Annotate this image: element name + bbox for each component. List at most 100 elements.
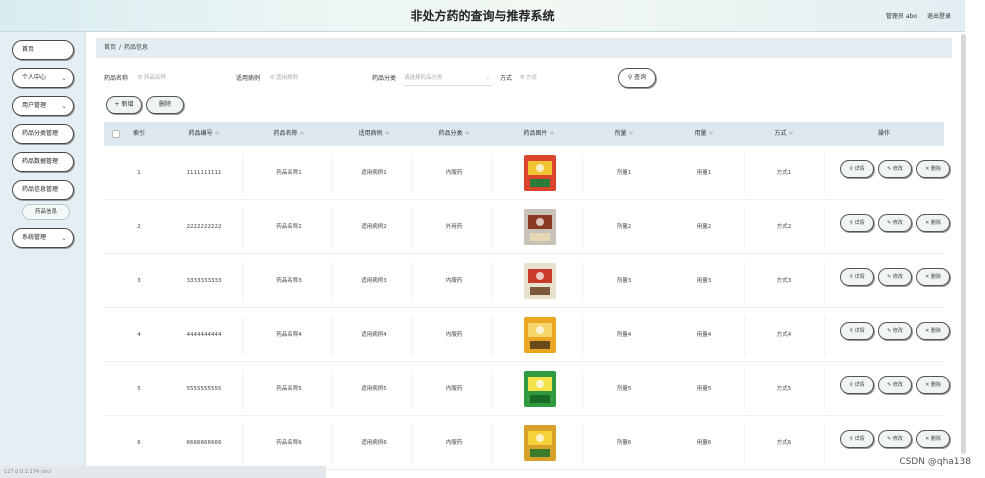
edit-button[interactable]: ✎ 修改 bbox=[878, 214, 912, 232]
cell-name: 药品名称6 bbox=[276, 440, 302, 446]
delete-button[interactable]: ✕ 删除 bbox=[916, 268, 950, 286]
sidebar-item-home[interactable]: 首页 bbox=[12, 40, 74, 60]
sidebar-subitem-drug-info[interactable]: 药品信息 bbox=[22, 204, 70, 220]
table-row: 4 4444444444 药品名称4 适用病例4 内服药 剂量4 用量4 方式4 ⚲ 详情 ✎ 修… bbox=[104, 308, 950, 362]
sidebar-item-label: 系统管理 bbox=[22, 234, 47, 241]
sidebar: 首页 个人中心 ⌄ 用户管理 ⌄ 药品分类管理 药品数据管理 药品信息管理 药品… bbox=[0, 32, 86, 466]
detail-button[interactable]: ⚲ 详情 bbox=[840, 214, 874, 232]
delete-button[interactable]: ✕ 删除 bbox=[916, 430, 950, 448]
cell-divider bbox=[582, 424, 583, 464]
detail-button[interactable]: ⚲ 详情 bbox=[840, 376, 874, 394]
cell-divider bbox=[824, 262, 825, 302]
column-header[interactable]: 适用病例 ≑ bbox=[334, 122, 414, 146]
drug-thumbnail bbox=[520, 423, 560, 463]
name-search-input[interactable]: ⚲ 药品名称 bbox=[134, 70, 224, 86]
status-bar: 127.0.0.1:174 /src/ bbox=[0, 466, 326, 478]
cell-divider bbox=[582, 208, 583, 248]
method-search-input[interactable]: ⚲ 方式 bbox=[516, 70, 606, 86]
watermark: CSDN @qha138 bbox=[899, 457, 971, 467]
column-header[interactable]: 药品编号 ≑ bbox=[164, 122, 244, 146]
delete-button[interactable]: ✕ 删除 bbox=[916, 160, 950, 178]
drug-thumbnail bbox=[520, 315, 560, 355]
column-header[interactable]: 索引 bbox=[124, 122, 154, 146]
edit-button[interactable]: ✎ 修改 bbox=[878, 268, 912, 286]
delete-button[interactable]: ✕ 删除 bbox=[916, 322, 950, 340]
cell-indication: 适用病例3 bbox=[361, 278, 387, 284]
name-search-label: 药品名称 bbox=[104, 75, 129, 82]
current-user: 管理员 abo bbox=[885, 13, 917, 20]
edit-button[interactable]: ✎ 修改 bbox=[878, 322, 912, 340]
column-header[interactable]: 方式 ≑ bbox=[744, 122, 824, 146]
column-header[interactable]: 剂量 ≑ bbox=[584, 122, 664, 146]
cell-category: 内服药 bbox=[445, 278, 463, 284]
table-row: 1 1111111111 药品名称1 适用病例1 内服药 剂量1 用量1 方式1 ⚲ 详情 ✎ 修… bbox=[104, 146, 950, 200]
indication-search-input[interactable]: ⚲ 适用病例 bbox=[266, 70, 356, 86]
cell-code: 3333333333 bbox=[186, 278, 222, 284]
sidebar-item-personal-center[interactable]: 个人中心 ⌄ bbox=[12, 68, 74, 88]
add-button[interactable]: + 新增 bbox=[106, 96, 142, 114]
detail-button[interactable]: ⚲ 详情 bbox=[840, 160, 874, 178]
cell-category: 内服药 bbox=[445, 332, 463, 338]
sidebar-item-system-management[interactable]: 系统管理 ⌄ bbox=[12, 228, 74, 248]
app-title: 非处方药的查询与推荐系统 bbox=[410, 9, 555, 23]
cell-code: 1111111111 bbox=[186, 170, 222, 176]
delete-button[interactable]: ✕ 删除 bbox=[916, 376, 950, 394]
drug-thumbnail bbox=[520, 261, 560, 301]
breadcrumb-separator: / bbox=[119, 44, 122, 51]
bulk-delete-button[interactable]: 删除 bbox=[146, 96, 184, 114]
select-all-checkbox[interactable] bbox=[112, 130, 120, 138]
sidebar-item-user-management[interactable]: 用户管理 ⌄ bbox=[12, 96, 74, 116]
category-search-label: 药品分类 bbox=[372, 75, 397, 82]
sidebar-item-category-management[interactable]: 药品分类管理 bbox=[12, 124, 74, 144]
edit-button[interactable]: ✎ 修改 bbox=[878, 430, 912, 448]
edit-button[interactable]: ✎ 修改 bbox=[878, 376, 912, 394]
cell-indication: 适用病例4 bbox=[361, 332, 387, 338]
chevron-down-icon: ⌄ bbox=[61, 102, 67, 110]
cell-method: 方式5 bbox=[776, 386, 792, 392]
cell-indication: 适用病例1 bbox=[361, 170, 387, 176]
cell-code: 5555555555 bbox=[186, 386, 222, 392]
delete-button[interactable]: ✕ 删除 bbox=[916, 214, 950, 232]
cell-name: 药品名称1 bbox=[276, 170, 302, 176]
column-header[interactable]: 药品图片 ≑ bbox=[494, 122, 584, 146]
cell-index: 5 bbox=[137, 386, 141, 392]
cell-divider bbox=[824, 370, 825, 410]
logout-link[interactable]: 退出登录 bbox=[927, 11, 951, 20]
cell-dosage: 剂量4 bbox=[616, 332, 632, 338]
sidebar-item-label: 用户管理 bbox=[22, 102, 47, 109]
indication-search-label: 适用病例 bbox=[236, 75, 261, 82]
cell-category: 内服药 bbox=[445, 386, 463, 392]
edit-button[interactable]: ✎ 修改 bbox=[878, 160, 912, 178]
drug-thumbnail bbox=[520, 153, 560, 193]
column-header: 操作 bbox=[877, 130, 890, 137]
cell-category: 外用药 bbox=[445, 224, 463, 230]
cell-method: 方式1 bbox=[776, 170, 792, 176]
sidebar-item-info-management[interactable]: 药品信息管理 bbox=[12, 180, 74, 200]
cell-index: 6 bbox=[137, 440, 141, 446]
cell-index: 2 bbox=[137, 224, 141, 230]
column-header[interactable]: 药品分类 ≑ bbox=[414, 122, 494, 146]
column-header[interactable]: 药品名称 ≑ bbox=[244, 122, 334, 146]
sidebar-item-data-management[interactable]: 药品数据管理 bbox=[12, 152, 74, 172]
cell-index: 4 bbox=[137, 332, 141, 338]
cell-divider bbox=[582, 370, 583, 410]
cell-usage: 用量6 bbox=[696, 440, 712, 446]
sidebar-item-label: 药品数据管理 bbox=[22, 158, 59, 165]
detail-button[interactable]: ⚲ 详情 bbox=[840, 322, 874, 340]
category-select[interactable]: 请选择药品分类 ⌄ bbox=[404, 70, 492, 86]
cell-name: 药品名称4 bbox=[276, 332, 302, 338]
method-search-label: 方式 bbox=[500, 75, 513, 82]
cell-dosage: 剂量2 bbox=[616, 224, 632, 230]
query-button[interactable]: ⚲ 查询 bbox=[618, 68, 656, 88]
detail-button[interactable]: ⚲ 详情 bbox=[840, 268, 874, 286]
cell-usage: 用量4 bbox=[696, 332, 712, 338]
cell-category: 内服药 bbox=[445, 170, 463, 176]
breadcrumb: 首页 / 药品信息 bbox=[96, 38, 952, 58]
breadcrumb-home[interactable]: 首页 bbox=[104, 44, 116, 51]
cell-name: 药品名称5 bbox=[276, 386, 302, 392]
cell-index: 3 bbox=[137, 278, 141, 284]
cell-category: 内服药 bbox=[445, 440, 463, 446]
column-header[interactable]: 用量 ≑ bbox=[664, 122, 744, 146]
scrollbar[interactable] bbox=[961, 34, 966, 454]
detail-button[interactable]: ⚲ 详情 bbox=[840, 430, 874, 448]
